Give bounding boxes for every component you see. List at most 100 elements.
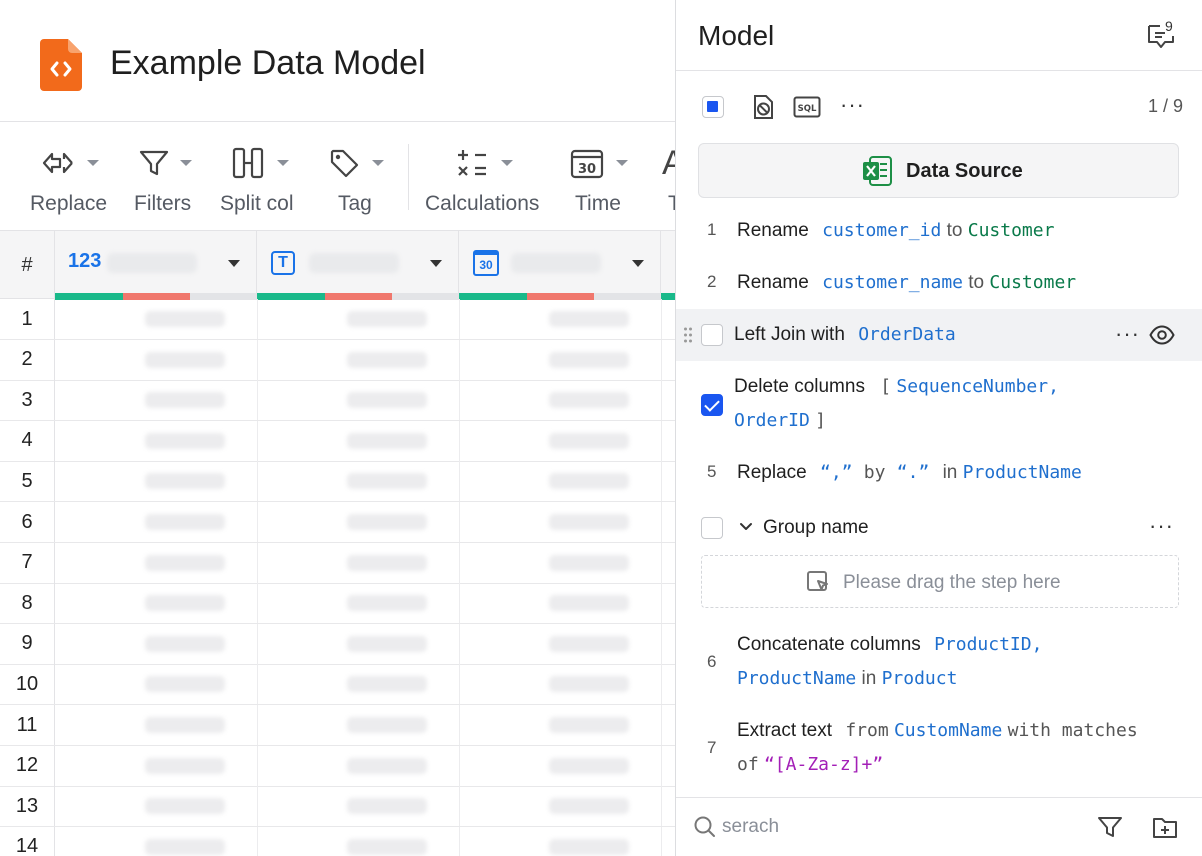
bracket-close: ] <box>815 410 826 431</box>
column-header-number[interactable]: 123 <box>55 231 257 300</box>
add-folder-icon[interactable] <box>1152 815 1178 844</box>
drop-zone[interactable]: Please drag the step here <box>701 555 1179 608</box>
table-row[interactable]: 7 <box>0 542 676 584</box>
cell-value-blurred <box>549 473 629 490</box>
disable-icon[interactable] <box>751 94 775 125</box>
cell-divider <box>459 826 460 856</box>
model-panel: Model 9 SQL ··· 1 / 9 Data Source 1 Rena… <box>675 0 1202 856</box>
step-concatenate[interactable]: 6 Concatenate columns ProductID, Product… <box>676 626 1202 698</box>
row-number: 12 <box>0 745 55 786</box>
eye-icon[interactable] <box>1149 324 1175 352</box>
cell-value-blurred <box>145 717 225 733</box>
step-delete-columns[interactable]: Delete columns [ SequenceNumber, OrderID… <box>676 368 1202 440</box>
step-group[interactable]: Group name ··· <box>676 506 1202 550</box>
column-menu-icon[interactable] <box>430 260 442 267</box>
cell-value-blurred <box>347 432 427 449</box>
step-checkbox-checked[interactable] <box>701 394 723 416</box>
more-icon[interactable]: ··· <box>840 94 865 116</box>
row-number: 13 <box>0 786 55 827</box>
step-target-column: ProductName <box>962 462 1082 483</box>
table-row[interactable]: 9 <box>0 623 676 665</box>
bracket-open: [ <box>880 376 892 397</box>
calendar-icon: 30 <box>570 146 604 180</box>
table-row[interactable]: 6 <box>0 502 676 543</box>
split-column-tool[interactable]: Split col <box>220 122 300 231</box>
cell-divider <box>459 705 460 745</box>
select-all-checkbox[interactable] <box>702 96 724 118</box>
step-replace[interactable]: 5 Replace “,” by “.” in ProductName <box>676 452 1202 496</box>
text-tool[interactable]: A T <box>662 122 676 231</box>
table-row[interactable]: 11 <box>0 705 676 746</box>
step-column: ProductName <box>737 668 857 689</box>
column-header-date[interactable]: 30 <box>459 231 661 300</box>
cell-value-blurred <box>549 717 629 733</box>
step-left-join[interactable]: Left Join with OrderData ··· <box>676 309 1202 361</box>
cell-value-blurred <box>347 473 427 490</box>
step-regex-pattern: “[A-Za-z]+” <box>763 754 884 775</box>
chevron-down-icon <box>277 160 289 166</box>
cell-value-blurred <box>549 757 629 774</box>
step-keyword: in <box>861 668 877 689</box>
more-icon[interactable]: ··· <box>1149 515 1174 537</box>
step-extract-text[interactable]: 7 Extract text from CustomName with matc… <box>676 712 1202 784</box>
svg-text:30: 30 <box>578 162 596 177</box>
title-bar: Example Data Model <box>0 0 676 122</box>
replace-tool[interactable]: Replace <box>30 122 112 231</box>
row-number: 4 <box>0 420 55 461</box>
time-tool[interactable]: 30 Time <box>570 122 634 231</box>
row-number: 2 <box>0 339 55 380</box>
step-target-column: Product <box>881 668 958 689</box>
cell-divider <box>257 380 258 421</box>
drag-handle-icon[interactable] <box>683 326 693 344</box>
table-row[interactable]: 4 <box>0 420 676 462</box>
table-row[interactable]: 12 <box>0 745 676 787</box>
calculations-tool[interactable]: Calculations <box>425 122 545 231</box>
chevron-down-icon[interactable] <box>738 519 754 541</box>
data-source-button[interactable]: Data Source <box>698 143 1179 198</box>
cell-divider <box>661 745 662 786</box>
column-menu-icon[interactable] <box>632 260 644 267</box>
step-counter: 1 / 9 <box>1147 96 1183 116</box>
table-row[interactable]: 2 <box>0 339 676 381</box>
column-menu-icon[interactable] <box>228 260 240 267</box>
step-checkbox[interactable] <box>701 324 723 346</box>
table-row[interactable]: 1 <box>0 299 676 340</box>
tag-tool[interactable]: Tag <box>328 122 388 231</box>
sql-icon[interactable]: SQL <box>793 96 821 123</box>
table-row[interactable]: 13 <box>0 786 676 828</box>
row-number: 6 <box>0 502 55 542</box>
column-header-partial[interactable] <box>661 231 676 300</box>
step-rename-1[interactable]: 1 Rename customer_id to Customer <box>676 210 1202 254</box>
cell-value-blurred <box>145 432 225 449</box>
column-header-text[interactable]: T <box>257 231 459 300</box>
filter-icon[interactable] <box>1097 815 1123 844</box>
chevron-down-icon <box>501 160 513 166</box>
cell-value-blurred <box>145 635 225 652</box>
cell-divider <box>459 583 460 624</box>
row-number: 5 <box>0 461 55 502</box>
cell-divider <box>257 826 258 856</box>
search-input[interactable] <box>722 813 1022 841</box>
step-keyword: to <box>968 272 985 293</box>
table-row[interactable]: 3 <box>0 380 676 422</box>
step-rename-2[interactable]: 2 Rename customer_name to Customer <box>676 262 1202 306</box>
cell-divider <box>257 623 258 664</box>
step-action: Left Join with <box>734 324 845 345</box>
more-icon[interactable]: ··· <box>1115 323 1140 345</box>
step-source-column: customer_id <box>822 220 942 241</box>
data-source-label: Data Source <box>906 160 1023 182</box>
cell-value-blurred <box>347 635 427 652</box>
filters-tool[interactable]: Filters <box>134 122 198 231</box>
cell-divider <box>459 299 460 339</box>
step-column: SequenceNumber, <box>896 376 1059 397</box>
cell-divider <box>661 786 662 827</box>
row-number: 8 <box>0 583 55 624</box>
comments-button[interactable]: 9 <box>1146 18 1186 54</box>
step-number: 5 <box>707 462 717 481</box>
group-checkbox[interactable] <box>701 517 723 539</box>
row-index-header: # <box>0 231 55 299</box>
table-row[interactable]: 10 <box>0 664 676 706</box>
table-row[interactable]: 14 <box>0 826 676 856</box>
table-row[interactable]: 5 <box>0 461 676 503</box>
table-row[interactable]: 8 <box>0 583 676 625</box>
